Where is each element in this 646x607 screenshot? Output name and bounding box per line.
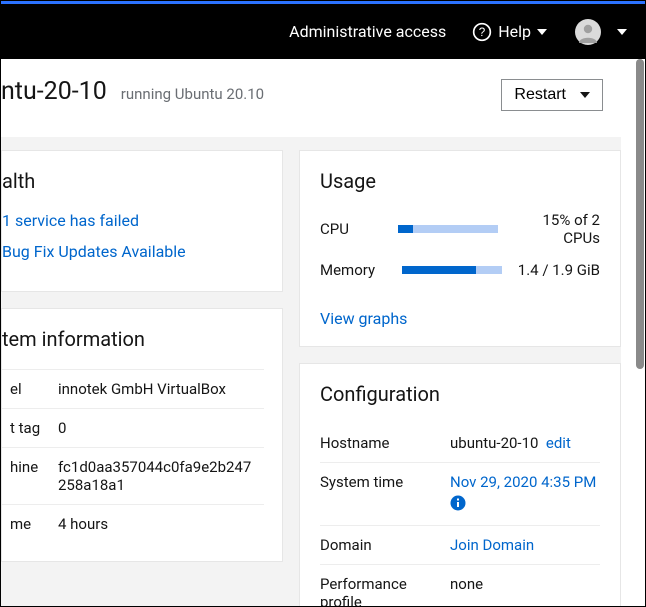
sysinfo-row: me4 hours bbox=[2, 505, 264, 544]
usage-mem-value: 1.4 / 1.9 GiB bbox=[518, 261, 600, 279]
config-row-domain: Domain Join Domain bbox=[320, 525, 600, 564]
restart-label: Restart bbox=[514, 86, 566, 104]
usage-cpu-bar bbox=[398, 225, 498, 233]
help-label: Help bbox=[498, 22, 531, 41]
sysinfo-val: 4 hours bbox=[50, 505, 264, 544]
sysinfo-val: innotek GmbH VirtualBox bbox=[50, 370, 264, 409]
usage-mem-label: Memory bbox=[320, 261, 392, 279]
info-icon[interactable] bbox=[450, 495, 466, 515]
usage-row-cpu: CPU 15% of 2 CPUs bbox=[320, 211, 600, 247]
sysinfo-row: hinefc1d0aa357044c0fa9e2b247258a18a1 bbox=[2, 448, 264, 505]
chevron-down-icon bbox=[580, 90, 590, 100]
config-card: Configuration Hostname ubuntu-20-10 edit… bbox=[299, 363, 621, 606]
usage-cpu-fill bbox=[398, 225, 413, 233]
config-row-perf: Performance profile none bbox=[320, 564, 600, 606]
page-header: ntu-20-10 running Ubuntu 20.10 Restart bbox=[1, 59, 621, 138]
sysinfo-key: t tag bbox=[2, 409, 50, 448]
usage-mem-bar bbox=[402, 266, 502, 274]
view-graphs-link[interactable]: View graphs bbox=[320, 309, 407, 328]
config-val: ubuntu-20-10 edit bbox=[450, 434, 600, 452]
user-menu[interactable] bbox=[575, 19, 627, 45]
usage-row-mem: Memory 1.4 / 1.9 GiB bbox=[320, 261, 600, 279]
join-domain-link[interactable]: Join Domain bbox=[450, 536, 600, 554]
config-row-systime: System time Nov 29, 2020 4:35 PM bbox=[320, 462, 600, 525]
help-button[interactable]: ? Help bbox=[472, 22, 547, 42]
sysinfo-row: elinnotek GmbH VirtualBox bbox=[2, 370, 264, 409]
config-key: Domain bbox=[320, 536, 450, 554]
avatar-icon bbox=[575, 19, 601, 45]
edit-hostname-link[interactable]: edit bbox=[546, 434, 571, 452]
sysinfo-val: 0 bbox=[50, 409, 264, 448]
help-icon: ? bbox=[472, 22, 492, 42]
sysinfo-val: fc1d0aa357044c0fa9e2b247258a18a1 bbox=[50, 448, 264, 505]
health-title: alth bbox=[2, 169, 264, 193]
usage-mem-fill bbox=[402, 266, 476, 274]
config-key: Hostname bbox=[320, 434, 450, 452]
health-link-failed[interactable]: 1 service has failed bbox=[2, 211, 264, 230]
sysinfo-row: t tag0 bbox=[2, 409, 264, 448]
topbar: Administrative access ? Help bbox=[1, 4, 645, 59]
sysinfo-key: hine bbox=[2, 448, 50, 505]
health-card: alth 1 service has failed Bug Fix Update… bbox=[1, 150, 283, 292]
config-key: Performance profile bbox=[320, 575, 450, 606]
page-title: ntu-20-10 bbox=[1, 77, 107, 106]
sysinfo-title: tem information bbox=[2, 327, 264, 351]
restart-button[interactable]: Restart bbox=[501, 79, 603, 111]
config-hostname-val: ubuntu-20-10 bbox=[450, 434, 538, 452]
svg-text:?: ? bbox=[479, 26, 486, 39]
sysinfo-card: tem information elinnotek GmbH VirtualBo… bbox=[1, 308, 283, 562]
os-subtitle: running Ubuntu 20.10 bbox=[121, 85, 264, 103]
config-row-hostname: Hostname ubuntu-20-10 edit bbox=[320, 424, 600, 462]
config-val: none bbox=[450, 575, 600, 593]
sysinfo-key: el bbox=[2, 370, 50, 409]
system-time-link[interactable]: Nov 29, 2020 4:35 PM bbox=[450, 473, 596, 491]
usage-title: Usage bbox=[320, 169, 600, 193]
usage-cpu-value: 15% of 2 CPUs bbox=[508, 211, 600, 247]
config-key: System time bbox=[320, 473, 450, 491]
scrollbar-thumb[interactable] bbox=[636, 59, 644, 369]
usage-cpu-label: CPU bbox=[320, 220, 388, 238]
usage-card: Usage CPU 15% of 2 CPUs Memory 1.4 / 1.9… bbox=[299, 150, 621, 347]
admin-access-label: Administrative access bbox=[289, 22, 446, 41]
config-title: Configuration bbox=[320, 382, 600, 406]
config-val: Nov 29, 2020 4:35 PM bbox=[450, 473, 600, 515]
sysinfo-key: me bbox=[2, 505, 50, 544]
chevron-down-icon bbox=[617, 27, 627, 37]
chevron-down-icon bbox=[537, 27, 547, 37]
health-link-updates[interactable]: Bug Fix Updates Available bbox=[2, 242, 264, 261]
